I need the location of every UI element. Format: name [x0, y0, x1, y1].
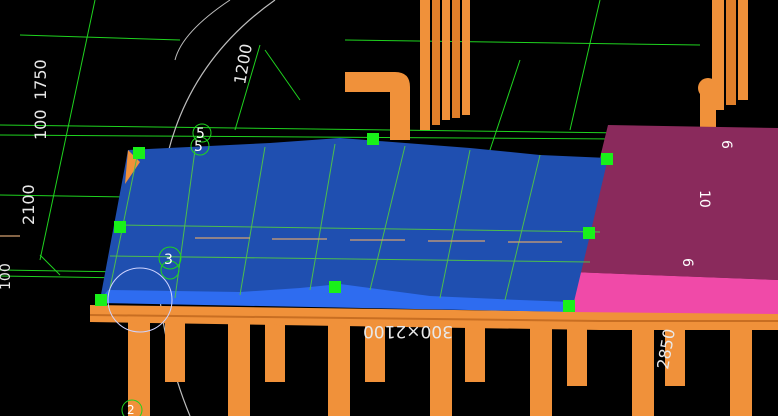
- dim-100-b: 100: [0, 263, 14, 290]
- grip-point: [583, 227, 595, 239]
- magenta-label-top: 6: [718, 140, 734, 149]
- magenta-label-bottom: 6: [679, 258, 695, 267]
- grip-point: [114, 221, 126, 233]
- marker-3: 3: [164, 252, 173, 268]
- grip-point: [133, 147, 145, 159]
- magenta-label-middle: 10: [696, 190, 712, 208]
- dim-1200: 1200: [230, 42, 256, 85]
- dim-100-a: 100: [31, 109, 50, 140]
- grip-point: [367, 133, 379, 145]
- radius-arc-2: [174, 0, 231, 61]
- dim-2100: 2100: [19, 184, 38, 225]
- beam-size-label: 300×2100: [363, 321, 453, 341]
- pipe-bundle-left: [345, 0, 470, 140]
- marker-2: 2: [127, 403, 135, 416]
- grip-point: [95, 294, 107, 306]
- dim-1750: 1750: [31, 59, 50, 100]
- grip-point: [563, 300, 575, 312]
- model-canvas[interactable]: 1750 100 1200 2100 100 300×2100 2850 6 1…: [0, 0, 778, 416]
- grip-point: [601, 153, 613, 165]
- pipe-bundle-right: [698, 0, 748, 133]
- grip-point: [329, 281, 341, 293]
- marker-5-b: 5: [194, 139, 203, 155]
- 3d-model-viewport[interactable]: 1750 100 1200 2100 100 300×2100 2850 6 1…: [0, 0, 778, 416]
